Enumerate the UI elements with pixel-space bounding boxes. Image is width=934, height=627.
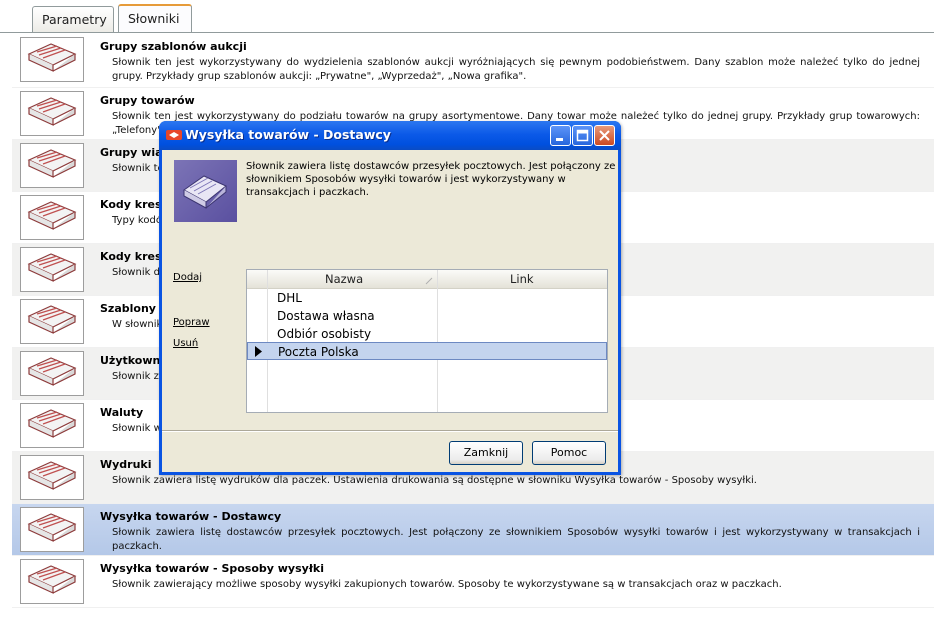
app-icon <box>166 128 182 142</box>
grid-row-selected[interactable]: Poczta Polska <box>247 342 607 360</box>
column-header-name[interactable]: Nazwa <box>325 272 363 286</box>
minimize-button[interactable] <box>550 125 571 146</box>
help-button[interactable]: Pomoc <box>532 441 606 465</box>
list-item-title: Grupy wia <box>100 146 163 159</box>
list-item-title: Użytkowni <box>100 354 165 367</box>
grid-cell-name: DHL <box>277 291 302 305</box>
tab-bar-divider <box>0 32 934 33</box>
dictionary-book-icon <box>20 507 84 552</box>
list-item-title: Waluty <box>100 406 144 419</box>
dictionary-book-icon <box>20 37 84 82</box>
list-item[interactable]: Grupy szablonów aukcji Słownik ten jest … <box>12 34 934 88</box>
dialog-body: Słownik zawiera listę dostawców przesyłe… <box>162 150 618 472</box>
grid-row[interactable]: Dostawa własna <box>268 307 607 325</box>
add-link[interactable]: Dodaj <box>173 272 202 283</box>
list-item-description: Słownik zawiera listę wydruków dla pacze… <box>112 475 757 486</box>
list-item-title: Grupy szablonów aukcji <box>100 40 247 53</box>
list-item-title: Wysyłka towarów - Dostawcy <box>100 510 282 523</box>
dictionary-book-icon <box>20 299 84 344</box>
dictionary-book-icon <box>20 91 84 136</box>
tab-slowniki[interactable]: Słowniki <box>118 4 192 33</box>
dictionary-book-icon <box>20 143 84 188</box>
list-item-title: Wydruki <box>100 458 152 471</box>
list-item-title: Kody kres <box>100 198 162 211</box>
grid-row[interactable]: DHL <box>268 289 607 307</box>
close-icon[interactable] <box>594 125 615 146</box>
suppliers-grid[interactable]: Nazwa Link DHL Dostawa własna Odbiór oso… <box>246 269 608 413</box>
grid-header: Nazwa Link <box>247 270 607 289</box>
dialog-title: Wysyłka towarów - Dostawcy <box>185 127 391 142</box>
dictionary-book-icon <box>20 195 84 240</box>
list-item[interactable]: Wysyłka towarów - Sposoby wysyłki Słowni… <box>12 556 934 608</box>
grid-cell-name: Odbiór osobisty <box>277 327 372 341</box>
dialog-window: Wysyłka towarów - Dostawcy Słownik zawie… <box>159 121 621 475</box>
dictionary-book-icon <box>20 559 84 604</box>
dictionary-book-icon <box>20 455 84 500</box>
tab-bar: Parametry Słowniki <box>0 0 934 34</box>
grid-cell-name: Dostawa własna <box>277 309 375 323</box>
delete-link[interactable]: Usuń <box>173 338 198 349</box>
list-item-title: Szablony r <box>100 302 166 315</box>
close-button[interactable]: Zamknij <box>449 441 523 465</box>
list-item-description: Słownik zawierający możliwe sposoby wysy… <box>112 579 782 590</box>
edit-link[interactable]: Popraw <box>173 317 210 328</box>
dialog-titlebar[interactable]: Wysyłka towarów - Dostawcy <box>159 121 621 150</box>
tab-parametry[interactable]: Parametry <box>32 6 114 33</box>
row-pointer-icon <box>255 346 262 357</box>
sort-ascending-icon <box>425 275 433 288</box>
maximize-button[interactable] <box>572 125 593 146</box>
list-item-title: Wysyłka towarów - Sposoby wysyłki <box>100 562 324 575</box>
grid-row[interactable]: Odbiór osobisty <box>268 325 607 343</box>
list-item-description: Słownik ten jest wykorzystywany do wydzi… <box>112 57 920 82</box>
dialog-description: Słownik zawiera listę dostawców przesyłe… <box>246 161 616 198</box>
list-item-title: Grupy towarów <box>100 94 195 107</box>
dictionary-book-icon <box>20 247 84 292</box>
dictionary-large-icon <box>174 160 237 222</box>
list-item-selected[interactable]: Wysyłka towarów - Dostawcy Słownik zawie… <box>12 504 934 556</box>
list-item-description: Słownik zawiera listę dostawców przesyłe… <box>112 527 920 552</box>
grid-cell-name: Poczta Polska <box>278 345 359 359</box>
dictionary-book-icon <box>20 403 84 448</box>
list-item-title: Kody kres <box>100 250 162 263</box>
column-header-link[interactable]: Link <box>510 272 534 286</box>
dialog-divider-highlight <box>162 431 618 432</box>
dictionary-book-icon <box>20 351 84 396</box>
